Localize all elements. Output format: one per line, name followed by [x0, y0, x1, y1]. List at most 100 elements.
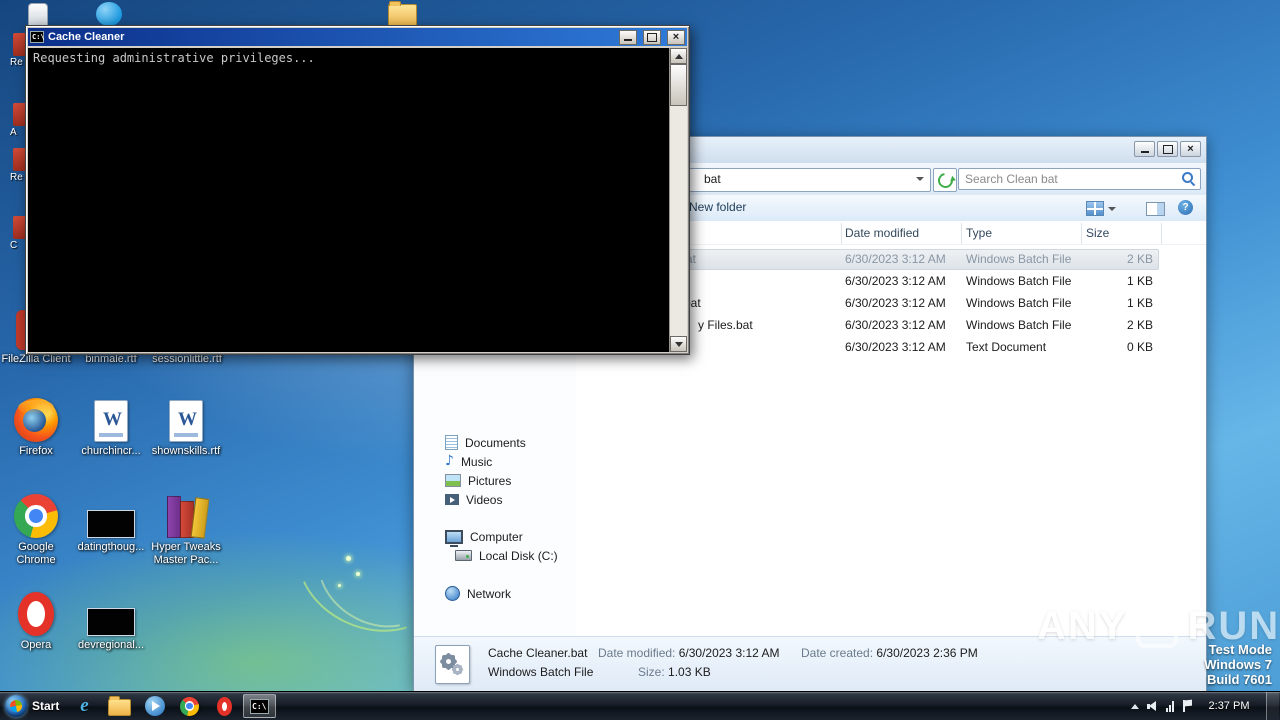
- scrollbar-thumb[interactable]: [670, 64, 687, 106]
- sidebar-item-computer[interactable]: Computer: [414, 527, 576, 547]
- taskbar-clock[interactable]: 2:37 PM: [1200, 700, 1258, 712]
- maximize-button[interactable]: [1157, 141, 1178, 157]
- sidebar-item-videos[interactable]: Videos: [414, 490, 576, 509]
- change-view-button[interactable]: [1086, 201, 1116, 216]
- desktop-icon-firefox[interactable]: Firefox: [1, 398, 71, 458]
- close-icon: ×: [1187, 143, 1194, 155]
- column-header-size[interactable]: Size: [1086, 226, 1109, 240]
- file-type: Windows Batch File: [966, 274, 1072, 288]
- taskbar-item-windows-explorer[interactable]: [103, 694, 136, 718]
- desktop-icon-partial[interactable]: [13, 216, 25, 239]
- desktop-icon-partial[interactable]: [13, 103, 25, 126]
- maximize-button[interactable]: [643, 29, 661, 45]
- taskbar-item-media-player[interactable]: [138, 694, 171, 718]
- column-header-type[interactable]: Type: [966, 226, 992, 240]
- winrar-archive-icon: [164, 496, 210, 539]
- action-center-flag-icon[interactable]: [1182, 700, 1192, 712]
- wallpaper-sparkle: [346, 556, 351, 561]
- file-date: 6/30/2023 3:12 AM: [845, 296, 946, 310]
- cmd-window: Cache Cleaner × Requesting administrativ…: [25, 25, 690, 355]
- show-hidden-icons-button[interactable]: [1131, 703, 1139, 709]
- sidebar-item-music[interactable]: ♪ Music: [414, 452, 576, 471]
- desktop-icon-partial[interactable]: [13, 148, 25, 171]
- desktop-icon-partial[interactable]: [96, 2, 122, 26]
- minimize-icon: [1140, 151, 1149, 153]
- sidebar-item-label: Documents: [465, 435, 526, 450]
- search-input[interactable]: [958, 168, 1201, 190]
- views-grid-icon: [1086, 201, 1104, 216]
- cmd-titlebar[interactable]: Cache Cleaner ×: [28, 28, 687, 46]
- desktop-icon-label: devregional...: [77, 639, 145, 651]
- sidebar-item-label: Computer: [470, 529, 523, 544]
- file-size: 0 KB: [1126, 340, 1153, 354]
- maximize-icon: [647, 32, 657, 42]
- desktop-icon-label: churchincr...: [81, 445, 141, 457]
- folder-icon: [108, 696, 131, 716]
- desktop-icon-shownskills-rtf[interactable]: shownskills.rtf: [151, 398, 221, 458]
- test-mode-line: Test Mode: [1208, 642, 1272, 657]
- taskbar-item-opera[interactable]: [208, 694, 241, 718]
- desktop-icon-label: Opera: [20, 639, 52, 651]
- wallpaper-sparkle: [356, 572, 360, 576]
- cmd-scrollbar[interactable]: [669, 48, 687, 352]
- desktop-icon-devregional[interactable]: devregional...: [76, 592, 146, 652]
- videos-icon: [445, 494, 459, 505]
- desktop-icon-label: Hyper Tweaks Master Pac...: [151, 541, 221, 566]
- desktop-icon-datingthoug[interactable]: datingthoug...: [76, 494, 146, 554]
- preview-pane-button[interactable]: [1146, 202, 1165, 216]
- column-separator[interactable]: [1081, 223, 1082, 244]
- volume-icon[interactable]: [1147, 700, 1158, 712]
- minimize-button[interactable]: [1134, 141, 1155, 157]
- watermark-text-any: ANY: [1037, 604, 1128, 648]
- column-header-date-modified[interactable]: Date modified: [845, 226, 919, 240]
- desktop-icon-google-chrome[interactable]: Google Chrome: [1, 494, 71, 567]
- sidebar-item-network[interactable]: Network: [414, 584, 576, 603]
- help-button[interactable]: ?: [1178, 200, 1193, 215]
- cmd-output[interactable]: Requesting administrative privileges...: [28, 48, 669, 352]
- sidebar-item-pictures[interactable]: Pictures: [414, 471, 576, 490]
- desktop-icon-partial[interactable]: [28, 3, 48, 27]
- desktop: Re A Re C FZ FileZilla Client binmale.rt…: [0, 0, 1280, 720]
- column-separator[interactable]: [841, 223, 842, 244]
- taskbar-item-cmd-active[interactable]: [243, 694, 276, 718]
- start-button[interactable]: Start: [2, 693, 67, 718]
- sidebar-item-documents[interactable]: Documents: [414, 433, 576, 452]
- taskbar-item-internet-explorer[interactable]: e: [68, 694, 101, 718]
- show-desktop-button[interactable]: [1266, 692, 1279, 720]
- close-icon: ×: [672, 31, 680, 43]
- test-mode-line: Windows 7: [1204, 657, 1272, 672]
- column-separator[interactable]: [1161, 223, 1162, 244]
- minimize-button[interactable]: [619, 29, 637, 45]
- taskbar-item-chrome[interactable]: [173, 694, 206, 718]
- desktop-icon-hyper-tweaks[interactable]: Hyper Tweaks Master Pac...: [151, 494, 221, 567]
- scroll-up-button[interactable]: [670, 48, 687, 64]
- desktop-folder-icon-partial[interactable]: [388, 1, 417, 27]
- image-thumbnail-icon: [87, 608, 135, 636]
- desktop-icon-churchincr[interactable]: churchincr...: [76, 398, 146, 458]
- close-button[interactable]: ×: [1180, 141, 1201, 157]
- refresh-button[interactable]: [933, 168, 957, 192]
- address-dropdown-button[interactable]: [912, 171, 928, 187]
- file-date: 6/30/2023 3:12 AM: [845, 340, 946, 354]
- network-status-icon[interactable]: [1166, 700, 1174, 712]
- search-icon: [1182, 172, 1195, 185]
- chrome-icon: [180, 696, 199, 716]
- desktop-icon-opera[interactable]: Opera: [1, 592, 71, 652]
- desktop-icon-partial[interactable]: [13, 33, 25, 56]
- details-date-modified: Date modified: 6/30/2023 3:12 AM: [598, 646, 779, 660]
- file-date: 6/30/2023 3:12 AM: [845, 274, 946, 288]
- details-size-label: Size:: [638, 665, 665, 679]
- column-separator[interactable]: [961, 223, 962, 244]
- scroll-down-button[interactable]: [670, 336, 687, 352]
- new-folder-button[interactable]: New folder: [689, 200, 746, 214]
- opera-icon: [217, 696, 232, 716]
- sidebar-item-label: Network: [467, 586, 512, 601]
- image-thumbnail-icon: [87, 510, 135, 538]
- sidebar-item-local-disk-c[interactable]: Local Disk (C:): [414, 546, 576, 565]
- scrollbar-track[interactable]: [670, 64, 687, 336]
- close-button[interactable]: ×: [667, 29, 685, 45]
- sidebar-item-label: Videos: [466, 492, 503, 507]
- file-type: Windows Batch File: [966, 296, 1072, 310]
- sidebar-item-label: Pictures: [468, 473, 512, 488]
- sidebar-item-label: Music: [460, 454, 493, 469]
